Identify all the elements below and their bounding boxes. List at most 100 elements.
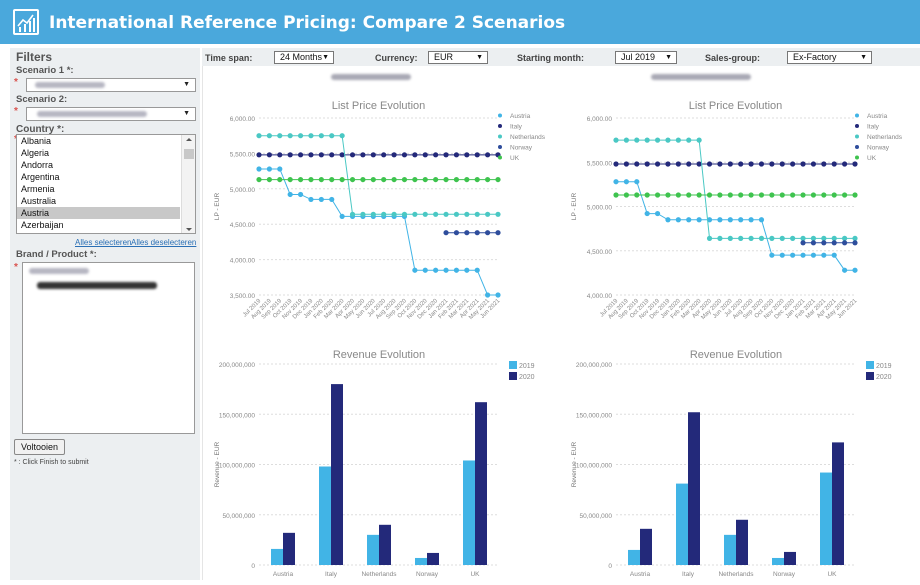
country-option[interactable]: Algeria: [17, 147, 180, 159]
legend-label: Austria: [510, 113, 531, 120]
x-tick-label: UK: [470, 571, 480, 578]
data-point: [623, 179, 629, 185]
legend-marker: [498, 155, 502, 160]
required-mark: *: [14, 106, 18, 117]
legend-marker: [498, 134, 502, 139]
legend-label: 2019: [519, 363, 535, 370]
country-option[interactable]: Albania: [17, 135, 180, 147]
data-point: [790, 161, 796, 167]
select-all-link[interactable]: Alles selecteren: [75, 238, 131, 247]
x-tick-label: Austria: [630, 571, 651, 578]
data-point: [727, 235, 733, 241]
data-point: [623, 192, 629, 198]
data-point: [644, 161, 650, 167]
data-point: [613, 179, 619, 185]
data-point: [748, 192, 754, 198]
series-line-austria: [259, 168, 498, 296]
data-point: [810, 235, 817, 241]
currency-select[interactable]: EUR ▼: [428, 51, 488, 64]
legend-label: Italy: [510, 124, 523, 131]
data-point: [769, 161, 775, 167]
y-tick-label: 100,000,000: [219, 463, 256, 470]
legend-marker: [866, 372, 874, 380]
data-point: [686, 217, 692, 223]
y-tick-label: 4,000.00: [587, 293, 613, 300]
data-point: [790, 252, 796, 258]
country-option[interactable]: Armenia: [17, 183, 180, 195]
timespan-select[interactable]: 24 Months ▼: [274, 51, 334, 64]
data-point: [821, 161, 827, 167]
tree-node-brand[interactable]: [29, 267, 194, 275]
y-axis-label: LP - EUR: [571, 193, 578, 221]
data-point: [256, 152, 262, 158]
legend-marker: [509, 372, 517, 380]
y-tick-label: 4,500.00: [587, 249, 613, 256]
legend-label: 2020: [876, 374, 892, 381]
data-point: [654, 137, 661, 143]
scenario-heading-right: [651, 74, 751, 80]
bar-2019: [463, 460, 475, 565]
chevron-down-icon: ▼: [183, 81, 190, 88]
legend-label: UK: [867, 155, 877, 162]
scenario1-select[interactable]: ▼: [26, 78, 196, 92]
data-point: [422, 176, 428, 183]
chart-title: List Price Evolution: [332, 100, 426, 112]
data-point: [790, 235, 796, 241]
finish-button[interactable]: Voltooien: [14, 439, 66, 455]
data-point: [654, 161, 661, 167]
salesgroup-select[interactable]: Ex-Factory ▼: [787, 51, 872, 64]
data-point: [412, 152, 418, 158]
chart-logo-icon: [13, 9, 39, 35]
chevron-down-icon: ▼: [183, 110, 190, 117]
y-tick-label: 6,000.00: [587, 116, 613, 123]
data-point: [443, 267, 449, 273]
chevron-down-icon: ▼: [860, 54, 867, 61]
bar-2019: [319, 466, 331, 565]
chart-title: Revenue Evolution: [690, 349, 782, 361]
data-point: [769, 235, 775, 241]
data-point: [831, 192, 837, 198]
country-option[interactable]: Argentina: [17, 171, 180, 183]
legend-marker: [855, 113, 859, 118]
data-point: [842, 267, 848, 273]
starting-month-label: Starting month:: [517, 53, 584, 63]
data-point: [842, 235, 848, 241]
starting-month-select[interactable]: Jul 2019 ▼: [615, 51, 677, 64]
data-point: [790, 192, 796, 198]
data-point: [370, 176, 376, 183]
data-point: [453, 152, 460, 158]
data-point: [686, 137, 692, 143]
data-point: [821, 192, 827, 198]
timespan-value: 24 Months: [280, 52, 323, 62]
scenario2-select[interactable]: ▼: [26, 107, 196, 121]
bar-2020: [331, 384, 343, 565]
data-point: [412, 211, 418, 217]
data-point: [474, 176, 480, 183]
data-point: [287, 191, 293, 198]
data-point: [634, 192, 640, 198]
y-tick-label: 50,000,000: [579, 513, 612, 520]
data-point: [748, 235, 754, 241]
tree-node-product[interactable]: [37, 281, 194, 289]
country-option[interactable]: Australia: [17, 195, 180, 207]
data-point: [381, 176, 387, 183]
data-point: [842, 192, 848, 198]
deselect-all-link[interactable]: Alles deselecteren: [131, 238, 196, 247]
legend-label: UK: [510, 155, 520, 162]
data-point: [665, 161, 671, 167]
brand-product-tree[interactable]: [22, 262, 195, 434]
data-point: [349, 152, 356, 158]
scrollbar[interactable]: [181, 135, 195, 233]
y-tick-label: 5,000.00: [230, 187, 256, 194]
scenario2-value-redacted: [37, 111, 147, 117]
data-point: [474, 211, 480, 217]
country-option[interactable]: Austria: [17, 207, 180, 219]
country-option[interactable]: Bahrain: [17, 231, 180, 233]
country-option[interactable]: Azerbaijan: [17, 219, 180, 231]
country-listbox[interactable]: Albania Algeria Andorra Argentina Armenia Aus…: [16, 134, 196, 234]
country-option[interactable]: Andorra: [17, 159, 180, 171]
data-point: [474, 152, 480, 158]
required-mark: *: [14, 262, 18, 273]
data-point: [443, 176, 449, 183]
data-point: [256, 133, 262, 139]
